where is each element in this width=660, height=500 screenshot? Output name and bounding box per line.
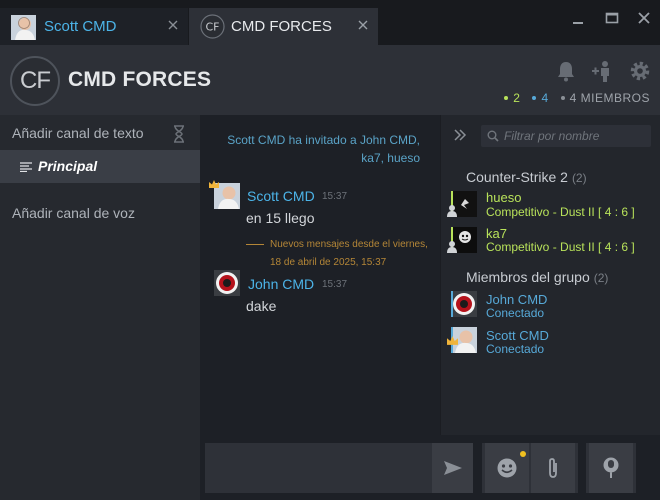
crown-icon: [209, 180, 219, 188]
minimize-icon[interactable]: [570, 10, 586, 26]
online-count: 4: [532, 91, 548, 105]
message-text: dake: [246, 298, 277, 314]
member-name: hueso: [486, 190, 522, 205]
group-logo-text: CF: [20, 67, 51, 94]
section-title: Miembros del grupo (2): [466, 269, 608, 285]
members-count: 4 MIEMBROS: [560, 91, 650, 105]
notification-dot: [520, 451, 526, 457]
section-title-text: Counter-Strike 2: [466, 169, 568, 185]
in-game-dot: [504, 96, 509, 100]
message-author[interactable]: John CMD: [248, 276, 314, 292]
member-status: Competitivo - Dust II [ 4 : 6 ]: [486, 240, 635, 254]
filter-placeholder: Filtrar por nombre: [504, 129, 600, 143]
tab-cmd-forces[interactable]: CF CMD FORCES: [189, 8, 378, 45]
close-window-icon[interactable]: [636, 10, 652, 26]
message-author[interactable]: Scott CMD: [247, 188, 315, 204]
group-title: CMD FORCES: [68, 68, 212, 91]
section-title: Counter-Strike 2 (2): [466, 169, 587, 185]
member-status: Conectado: [486, 342, 545, 356]
section-title-text: Miembros del grupo: [466, 269, 590, 285]
voice-group: [586, 443, 636, 493]
member-filter-input[interactable]: Filtrar por nombre: [481, 125, 651, 147]
member-list: Filtrar por nombre Counter-Strike 2 (2) h…: [441, 115, 660, 435]
member-avatar: [451, 291, 477, 317]
member-name: John CMD: [486, 292, 548, 307]
message-time: 15:37: [322, 191, 348, 202]
emoji-attach-group: [482, 443, 578, 493]
double-chevron-right-icon[interactable]: [453, 128, 467, 142]
author-avatar: [214, 270, 240, 296]
online-dot: [532, 96, 537, 100]
text-channel-icon: [20, 162, 32, 172]
channel-principal[interactable]: Principal: [0, 150, 200, 183]
member-counts: 2 4 4 MIEMBROS: [504, 91, 650, 105]
add-friend-icon[interactable]: [590, 59, 614, 83]
group-avatar: CF: [200, 14, 225, 39]
gear-icon[interactable]: [628, 59, 652, 83]
section-count: (2): [593, 271, 609, 285]
message-time: 15:37: [322, 279, 348, 290]
tab-label: CMD FORCES: [231, 18, 332, 35]
close-icon[interactable]: [356, 18, 370, 32]
hourglass-icon[interactable]: [171, 125, 187, 143]
section-count: (2): [571, 171, 587, 185]
channel-principal-label: Principal: [38, 158, 98, 174]
in-game-count: 2: [504, 91, 520, 105]
voice-button[interactable]: [589, 443, 633, 493]
paperclip-icon: [549, 458, 557, 478]
member-name: Scott CMD: [486, 328, 549, 343]
add-voice-channel-button[interactable]: Añadir canal de voz: [12, 205, 135, 221]
message-input[interactable]: [205, 443, 473, 493]
tab-label: Scott CMD: [44, 18, 117, 35]
member-status: Conectado: [486, 306, 545, 320]
bell-icon[interactable]: [554, 59, 578, 83]
member-name: ka7: [486, 226, 507, 241]
add-text-channel-button[interactable]: Añadir canal de texto: [12, 125, 144, 141]
send-button[interactable]: [432, 443, 473, 493]
new-messages-line: [246, 244, 264, 245]
controller-icon: [447, 205, 457, 217]
crown-icon: [447, 336, 458, 345]
emoji-icon: [497, 458, 517, 478]
group-avatar-text: CF: [205, 21, 219, 34]
tab-scott-cmd[interactable]: Scott CMD: [0, 8, 188, 45]
user-avatar: [11, 15, 36, 40]
group-logo: CF: [10, 56, 60, 106]
group-header: CF CMD FORCES 2 4 4 MIEMBROS: [0, 45, 660, 115]
chat-messages: Scott CMD ha invitado a John CMD, ka7, h…: [200, 115, 440, 435]
online-count-value: 4: [541, 91, 549, 105]
in-game-count-value: 2: [513, 91, 521, 105]
new-messages-divider: Nuevos mensajes desde el viernes, 18 de …: [270, 239, 428, 268]
add-voice-channel-label: Añadir canal de voz: [12, 205, 135, 221]
controller-icon: [447, 241, 457, 253]
search-icon: [487, 130, 499, 142]
emoji-button[interactable]: [485, 443, 529, 493]
composer-bar: [200, 435, 660, 500]
close-icon[interactable]: [166, 18, 180, 32]
channel-sidebar: Añadir canal de texto Principal Añadir c…: [0, 115, 200, 500]
tab-bar: Scott CMD CF CMD FORCES: [0, 0, 660, 45]
maximize-icon[interactable]: [604, 10, 620, 26]
add-text-channel-label: Añadir canal de texto: [12, 125, 144, 141]
member-status: Competitivo - Dust II [ 4 : 6 ]: [486, 205, 635, 219]
send-arrow-icon: [443, 461, 462, 475]
members-count-value: 4 MIEMBROS: [569, 91, 650, 105]
attach-button[interactable]: [531, 443, 575, 493]
invite-notice: Scott CMD ha invitado a John CMD, ka7, h…: [227, 133, 420, 165]
message-text: en 15 llego: [246, 210, 315, 226]
members-dot: [560, 96, 565, 100]
microphone-icon: [603, 457, 619, 478]
